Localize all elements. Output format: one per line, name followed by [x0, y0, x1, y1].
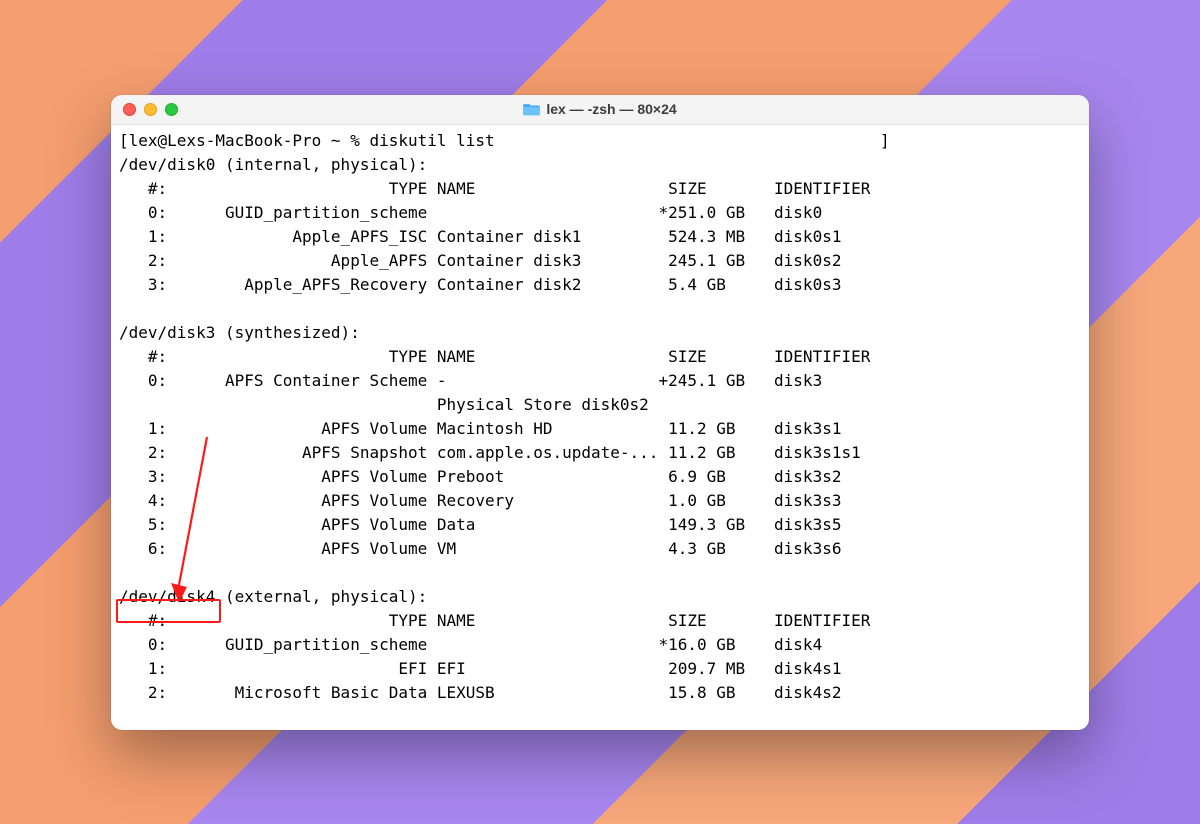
output-line: 2: Microsoft Basic Data LEXUSB 15.8 GB d… — [119, 683, 841, 702]
output-line: #: TYPE NAME SIZE IDENTIFIER — [119, 179, 870, 198]
output-line: 2: Apple_APFS Container disk3 245.1 GB d… — [119, 251, 841, 270]
output-line: 5: APFS Volume Data 149.3 GB disk3s5 — [119, 515, 841, 534]
minimize-button[interactable] — [144, 103, 157, 116]
output-line: #: TYPE NAME SIZE IDENTIFIER — [119, 611, 870, 630]
output-line: 1: APFS Volume Macintosh HD 11.2 GB disk… — [119, 419, 841, 438]
output-line: #: TYPE NAME SIZE IDENTIFIER — [119, 347, 870, 366]
window-title: lex — -zsh — 80×24 — [111, 101, 1089, 117]
titlebar[interactable]: lex — -zsh — 80×24 — [111, 95, 1089, 125]
output-line: /dev/disk3 (synthesized): — [119, 323, 360, 342]
window-title-text: lex — -zsh — 80×24 — [546, 101, 676, 117]
output-line: 0: GUID_partition_scheme *251.0 GB disk0 — [119, 203, 822, 222]
output-line: 4: APFS Volume Recovery 1.0 GB disk3s3 — [119, 491, 841, 510]
close-button[interactable] — [123, 103, 136, 116]
output-line: Physical Store disk0s2 — [119, 395, 649, 414]
output-line: /dev/disk4 (external, physical): — [119, 587, 427, 606]
prompt-line: [lex@Lexs-MacBook-Pro ~ % diskutil list … — [119, 131, 890, 150]
terminal-content[interactable]: [lex@Lexs-MacBook-Pro ~ % diskutil list … — [111, 125, 1089, 730]
terminal-window: lex — -zsh — 80×24 [lex@Lexs-MacBook-Pro… — [111, 95, 1089, 730]
output-line: 0: APFS Container Scheme - +245.1 GB dis… — [119, 371, 822, 390]
output-line: 2: APFS Snapshot com.apple.os.update-...… — [119, 443, 861, 462]
output-line: 6: APFS Volume VM 4.3 GB disk3s6 — [119, 539, 841, 558]
output-line: 1: EFI EFI 209.7 MB disk4s1 — [119, 659, 841, 678]
output-line: /dev/disk0 (internal, physical): — [119, 155, 427, 174]
output-line: 0: GUID_partition_scheme *16.0 GB disk4 — [119, 635, 822, 654]
zoom-button[interactable] — [165, 103, 178, 116]
output-line: 3: APFS Volume Preboot 6.9 GB disk3s2 — [119, 467, 841, 486]
output-line: 1: Apple_APFS_ISC Container disk1 524.3 … — [119, 227, 841, 246]
traffic-lights — [111, 103, 178, 116]
output-line: 3: Apple_APFS_Recovery Container disk2 5… — [119, 275, 841, 294]
folder-icon — [523, 102, 540, 116]
